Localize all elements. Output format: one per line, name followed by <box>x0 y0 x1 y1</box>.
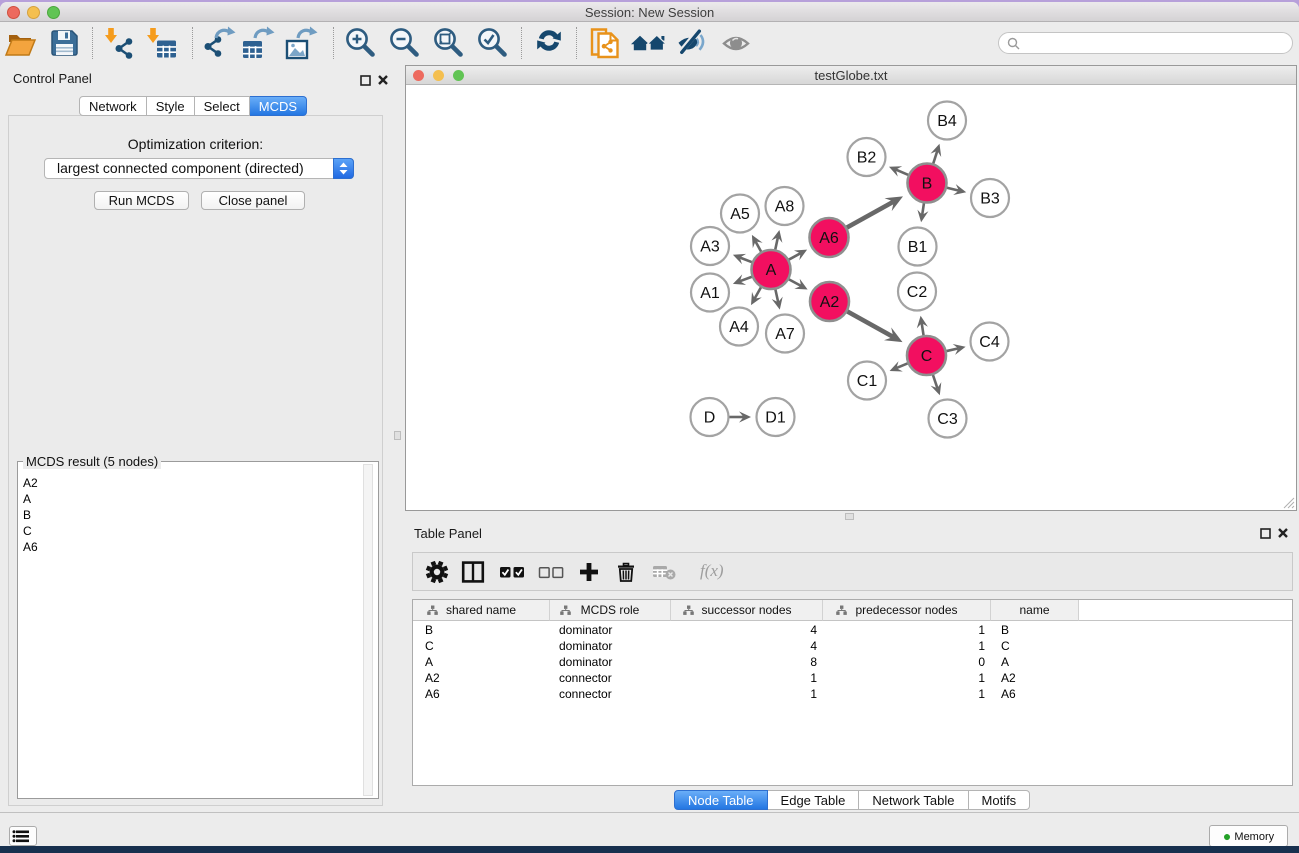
svg-text:B3: B3 <box>980 191 1000 208</box>
svg-text:A1: A1 <box>700 285 720 302</box>
svg-text:A4: A4 <box>729 319 749 336</box>
svg-text:B1: B1 <box>908 239 928 256</box>
svg-text:A: A <box>766 262 777 279</box>
svg-text:A6: A6 <box>819 230 839 247</box>
svg-text:A8: A8 <box>775 199 795 216</box>
svg-text:C4: C4 <box>979 334 1000 351</box>
svg-text:C2: C2 <box>907 284 928 301</box>
svg-text:A5: A5 <box>730 206 750 223</box>
svg-text:B4: B4 <box>937 113 957 130</box>
svg-text:A7: A7 <box>775 326 795 343</box>
svg-text:C1: C1 <box>857 373 878 390</box>
svg-text:D: D <box>704 410 716 427</box>
svg-text:D1: D1 <box>765 410 786 427</box>
svg-text:C3: C3 <box>937 411 958 428</box>
svg-text:C: C <box>921 348 933 365</box>
svg-text:A3: A3 <box>700 239 720 256</box>
svg-text:B2: B2 <box>857 150 877 167</box>
svg-text:A2: A2 <box>820 294 840 311</box>
svg-text:B: B <box>922 176 933 193</box>
